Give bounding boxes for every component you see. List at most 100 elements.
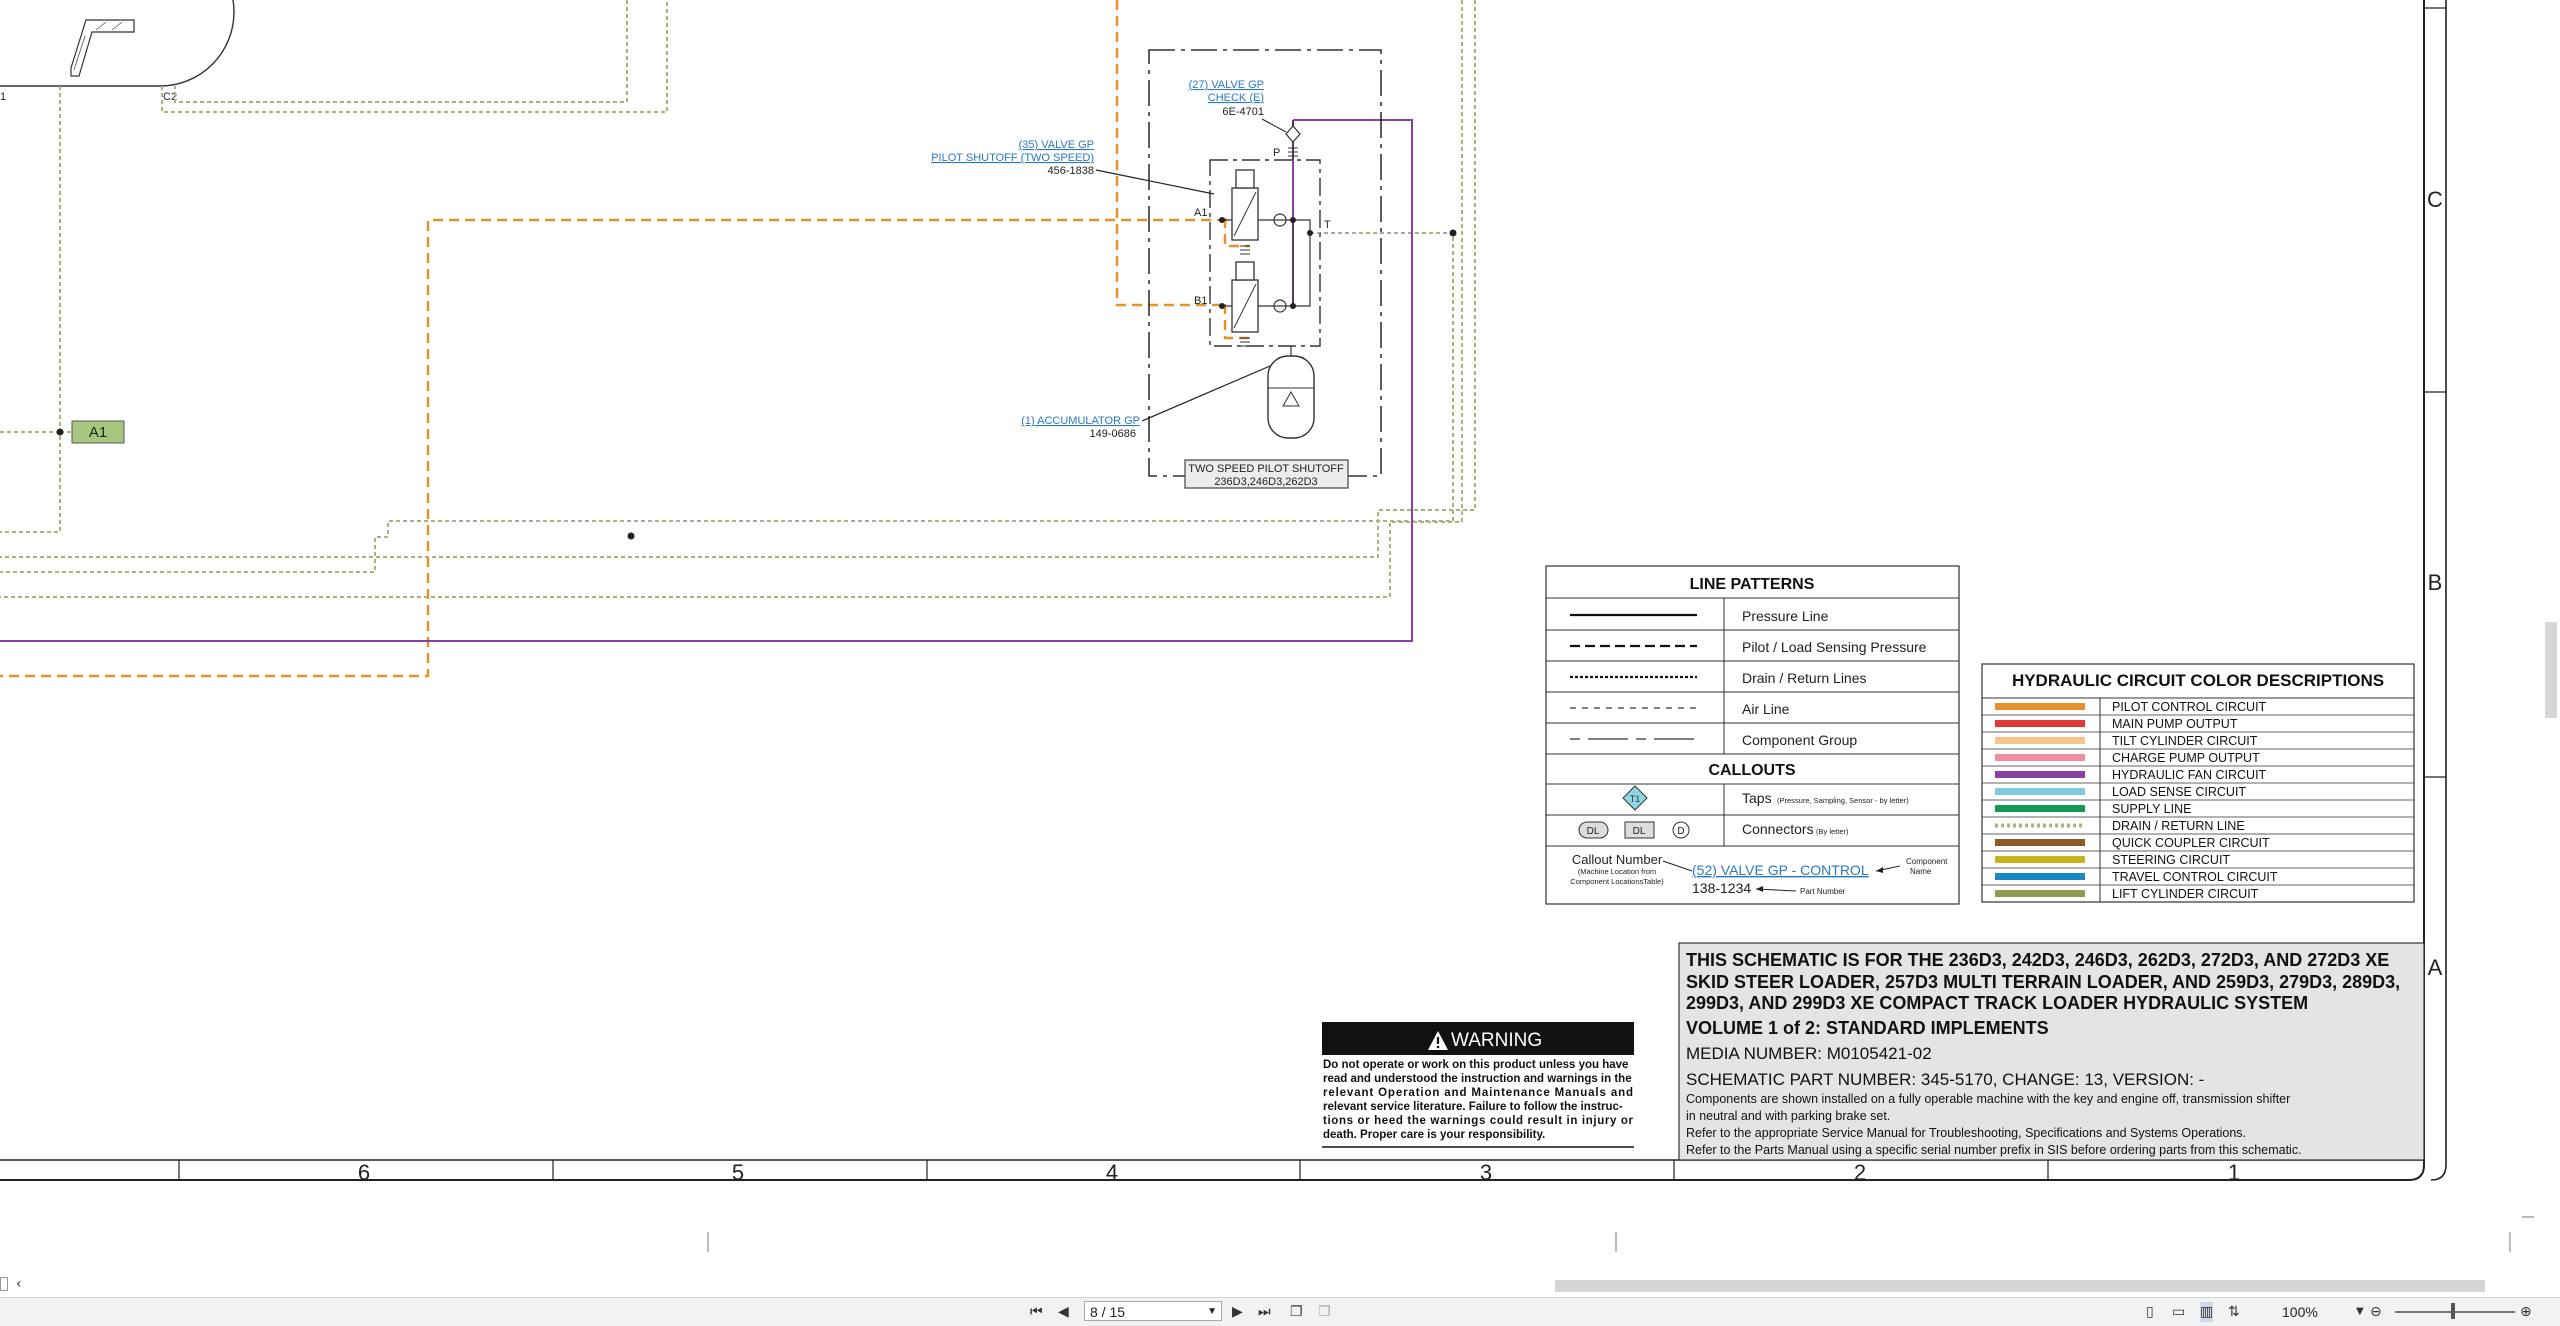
grid-row-c: C [2427, 187, 2443, 212]
color-swatch [1995, 890, 2085, 897]
page-select-value: 8 / 15 [1090, 1304, 1126, 1320]
color-swatch [1995, 703, 2085, 710]
color-swatch [1995, 720, 2085, 727]
first-page-icon[interactable]: ⏮ [1030, 1302, 1043, 1322]
title-volume: VOLUME 1 of 2: STANDARD IMPLEMENTS [1686, 1018, 2049, 1038]
paste-page-icon[interactable]: ❐ [1318, 1302, 1331, 1322]
grid-col-4: 4 [1106, 1160, 1118, 1185]
top-left-component: 1 C2 [0, 0, 235, 103]
title-note-1: Components are shown installed on a full… [1686, 1092, 2290, 1106]
title-media: MEDIA NUMBER: M0105421-02 [1686, 1044, 1932, 1063]
valve-pilot-callout[interactable]: (35) VALVE GP PILOT SHUTOFF (TWO SPEED) … [931, 139, 1094, 177]
title-note-2: in neutral and with parking brake set. [1686, 1109, 1890, 1123]
line-patterns-title: LINE PATTERNS [1690, 576, 1815, 593]
schematic-canvas[interactable]: 6 5 4 3 2 1 C B A 1 C2 A1 (27) VALVE GP … [0, 0, 2560, 1325]
grid-column-labels: 6 5 4 3 2 1 [358, 1160, 2240, 1185]
split-view-icon[interactable]: ⇅ [2228, 1302, 2240, 1322]
last-page-icon[interactable]: ⏭ [1258, 1302, 1271, 1322]
valve-check-part: 6E-4701 [1222, 106, 1264, 118]
valve-check-link[interactable]: (27) VALVE GP [1189, 79, 1264, 91]
valve-check-callout[interactable]: (27) VALVE GP CHECK (E) 6E-4701 [1189, 79, 1264, 118]
accumulator-part: 149-0686 [1090, 428, 1137, 440]
line-pattern-air: Air Line [1742, 701, 1790, 717]
color-row-label: PILOT CONTROL CIRCUIT [2112, 700, 2267, 714]
grid-col-3: 3 [1480, 1160, 1492, 1185]
color-swatch [1995, 771, 2085, 778]
grid-row-b: B [2428, 570, 2443, 595]
prev-page-icon[interactable]: ◀ [1058, 1302, 1069, 1322]
accumulator-callout[interactable]: (1) ACCUMULATOR GP 149-0686 [1021, 415, 1140, 440]
color-table-title: HYDRAULIC CIRCUIT COLOR DESCRIPTIONS [2012, 671, 2384, 690]
junction-dot [627, 532, 635, 540]
line-patterns-legend: LINE PATTERNS Pressure Line Pilot / Load… [1545, 565, 1960, 905]
callouts-title: CALLOUTS [1708, 762, 1795, 779]
single-page-view-icon[interactable]: ▯ [2146, 1302, 2154, 1322]
tag-a1: A1 [71, 420, 125, 444]
color-swatch [1995, 856, 2085, 863]
grid-col-5: 5 [732, 1160, 744, 1185]
svg-text:TWO SPEED PILOT SHUTOFF: TWO SPEED PILOT SHUTOFF [1188, 463, 1344, 475]
color-swatch [1995, 737, 2085, 744]
zoom-in-icon[interactable]: ⊕ [2520, 1302, 2532, 1322]
valve-pilot-link[interactable]: (35) VALVE GP [1019, 139, 1094, 151]
scroll-left-icon[interactable]: ‹ [16, 1274, 22, 1294]
junction-dot [1449, 229, 1457, 237]
vertical-scrollbar-thumb[interactable] [2545, 622, 2557, 718]
horizontal-scrollbar-thumb[interactable] [1555, 1280, 2485, 1292]
color-swatch [1995, 873, 2085, 880]
grid-col-2: 2 [1854, 1160, 1866, 1185]
color-swatch [1995, 788, 2085, 795]
port-label-1: 1 [0, 91, 6, 103]
warning-line-6: death. Proper care is your responsibilit… [1323, 1129, 1545, 1141]
port-p: P [1273, 147, 1280, 159]
color-row-label: TRAVEL CONTROL CIRCUIT [2112, 870, 2278, 884]
continuous-view-icon[interactable]: ▭ [2172, 1302, 2185, 1322]
warning-line-1: Do not operate or work on this product u… [1323, 1059, 1628, 1071]
zoom-level[interactable]: 100% [2282, 1302, 2318, 1322]
page-select[interactable]: 8 / 15 ▼ [1084, 1301, 1222, 1321]
color-row-label: LIFT CYLINDER CIRCUIT [2112, 887, 2259, 901]
connectors-note: (By letter) [1816, 827, 1849, 836]
valve-pilot-link-2[interactable]: PILOT SHUTOFF (TWO SPEED) [931, 152, 1094, 164]
connector-symbol-2: DL [1633, 826, 1646, 837]
color-row-label: MAIN PUMP OUTPUT [2112, 717, 2238, 731]
valve-check-link-2[interactable]: CHECK (E) [1208, 92, 1264, 104]
color-row-label: SUPPLY LINE [2112, 802, 2191, 816]
zoom-slider[interactable] [2395, 1311, 2515, 1313]
zoom-out-icon[interactable]: ⊖ [2370, 1302, 2382, 1322]
grid-col-1: 1 [2228, 1160, 2240, 1185]
color-row-label: HYDRAULIC FAN CIRCUIT [2112, 768, 2267, 782]
valve-pilot-part: 456-1838 [1048, 165, 1095, 177]
color-swatch [1995, 754, 2085, 761]
color-descriptions-table: HYDRAULIC CIRCUIT COLOR DESCRIPTIONS PIL… [1981, 663, 2415, 903]
grid-row-a: A [2428, 955, 2443, 980]
line-pattern-drain: Drain / Return Lines [1742, 670, 1867, 686]
callout-example-link[interactable]: (52) VALVE GP - CONTROL [1692, 862, 1869, 878]
svg-text:(Machine Location from: (Machine Location from [1578, 867, 1656, 876]
line-pattern-pressure: Pressure Line [1742, 608, 1829, 624]
title-note-4: Refer to the Parts Manual using a specif… [1686, 1143, 2302, 1157]
warning-line-4: relevant service literature. Failure to … [1323, 1101, 1623, 1113]
next-page-icon[interactable]: ▶ [1232, 1302, 1243, 1322]
title-line-3: 299D3, AND 299D3 XE COMPACT TRACK LOADER… [1686, 993, 2308, 1013]
connectors-label: Connectors [1742, 821, 1814, 837]
accumulator-link[interactable]: (1) ACCUMULATOR GP [1021, 415, 1140, 427]
taps-note: (Pressure, Sampling, Sensor - by letter) [1777, 796, 1909, 805]
grid-row-labels: C B A [2427, 187, 2443, 980]
port-a1: A1 [1194, 207, 1207, 219]
grid-col-6: 6 [358, 1160, 370, 1185]
tap-symbol: T1 [1630, 794, 1641, 804]
two-page-view-icon[interactable]: ▥ [2200, 1302, 2214, 1322]
zoom-slider-thumb[interactable] [2451, 1303, 2455, 1319]
warning-box: WARNING Do not operate or work on this p… [1322, 1022, 1634, 1148]
copy-page-icon[interactable]: ❐ [1290, 1302, 1303, 1322]
title-note-3: Refer to the appropriate Service Manual … [1686, 1126, 2246, 1140]
viewer-toolbar: ⏮ ◀ 8 / 15 ▼ ▶ ⏭ ❐ ❐ ▯ ▭ ▥ ⇅ 100% ▼ ⊖ ⊕ [0, 1297, 2560, 1326]
warning-line-2: read and understood the instruction and … [1323, 1073, 1632, 1085]
junction-dot [56, 428, 64, 436]
svg-text:Part Number: Part Number [1800, 887, 1846, 896]
color-row-label: LOAD SENSE CIRCUIT [2112, 785, 2246, 799]
title-line-1: THIS SCHEMATIC IS FOR THE 236D3, 242D3, … [1686, 950, 2389, 970]
connector-symbol-3: D [1677, 826, 1684, 837]
zoom-dropdown-icon[interactable]: ▼ [2356, 1302, 2364, 1322]
